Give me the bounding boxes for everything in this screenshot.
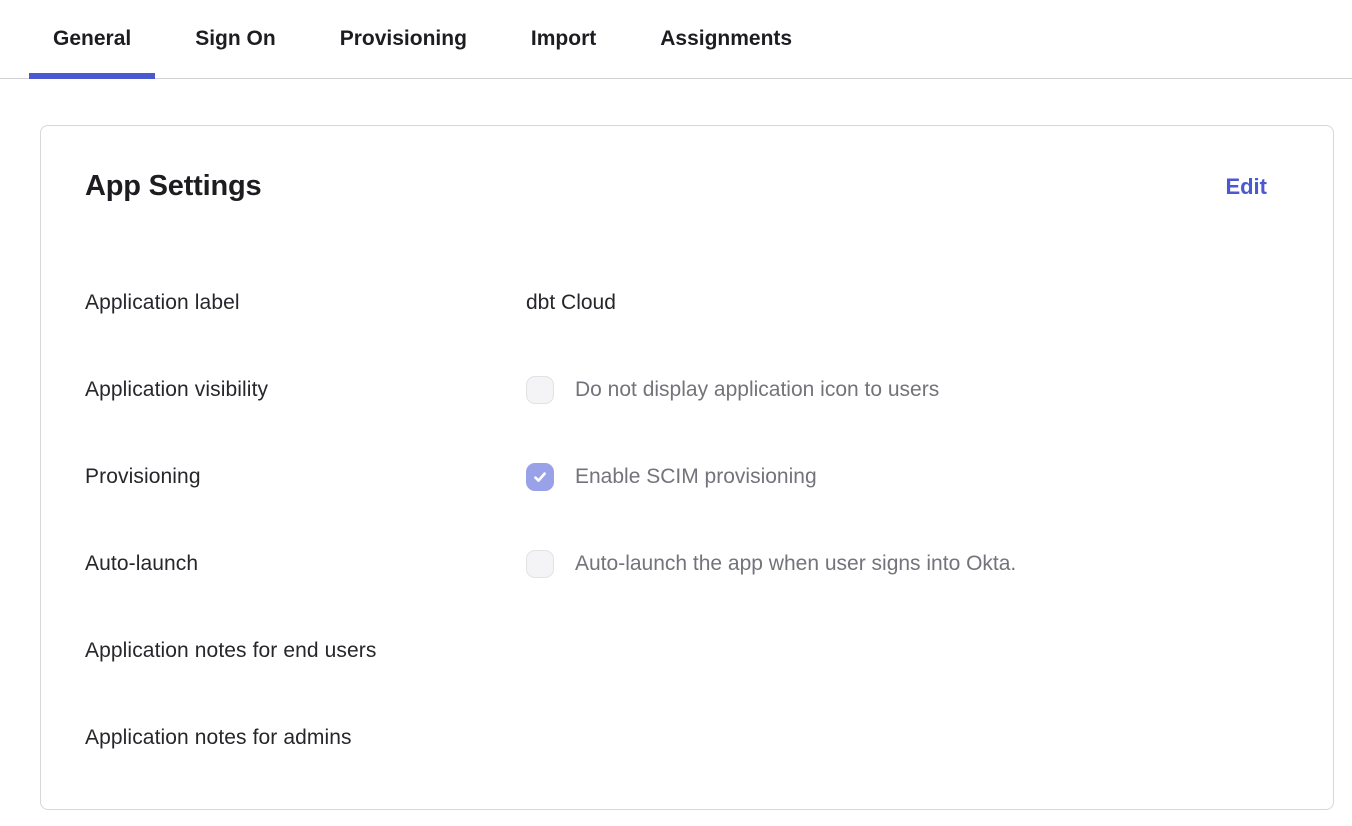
visibility-checkbox[interactable] [526,376,554,404]
tab-import-label: Import [531,27,596,51]
tab-sign-on[interactable]: Sign On [171,0,300,78]
tab-general-label: General [53,27,131,51]
tab-assignments[interactable]: Assignments [636,0,816,78]
row-notes-admins: Application notes for admins [85,694,1267,781]
app-settings-card: App Settings Edit Application label dbt … [40,125,1334,810]
auto-launch-check-group: Auto-launch the app when user signs into… [526,550,1267,578]
tab-sign-on-label: Sign On [195,27,276,51]
tab-provisioning-label: Provisioning [340,27,467,51]
tab-provisioning[interactable]: Provisioning [316,0,491,78]
visibility-checkbox-label: Do not display application icon to users [575,378,939,402]
row-provisioning: Provisioning Enable SCIM provisioning [85,433,1267,520]
tab-import[interactable]: Import [507,0,620,78]
application-label-value: dbt Cloud [526,291,1267,315]
checkmark-icon [532,469,548,485]
visibility-check-group: Do not display application icon to users [526,376,1267,404]
row-label: Provisioning [85,465,526,489]
row-label: Application notes for admins [85,726,526,750]
tab-assignments-label: Assignments [660,27,792,51]
row-application-label: Application label dbt Cloud [85,259,1267,346]
auto-launch-checkbox[interactable] [526,550,554,578]
tab-general[interactable]: General [29,0,155,78]
row-auto-launch: Auto-launch Auto-launch the app when use… [85,520,1267,607]
row-label: Application visibility [85,378,526,402]
row-label: Auto-launch [85,552,526,576]
scim-provisioning-checkbox[interactable] [526,463,554,491]
app-tab-bar: General Sign On Provisioning Import Assi… [0,0,1352,79]
row-label: Application notes for end users [85,639,526,663]
edit-button[interactable]: Edit [1225,174,1267,200]
scim-provisioning-checkbox-label: Enable SCIM provisioning [575,465,817,489]
card-header: App Settings Edit [85,170,1267,203]
provisioning-check-group: Enable SCIM provisioning [526,463,1267,491]
row-notes-end-users: Application notes for end users [85,607,1267,694]
auto-launch-checkbox-label: Auto-launch the app when user signs into… [575,552,1016,576]
row-application-visibility: Application visibility Do not display ap… [85,346,1267,433]
row-label: Application label [85,291,526,315]
page-title: App Settings [85,170,261,203]
